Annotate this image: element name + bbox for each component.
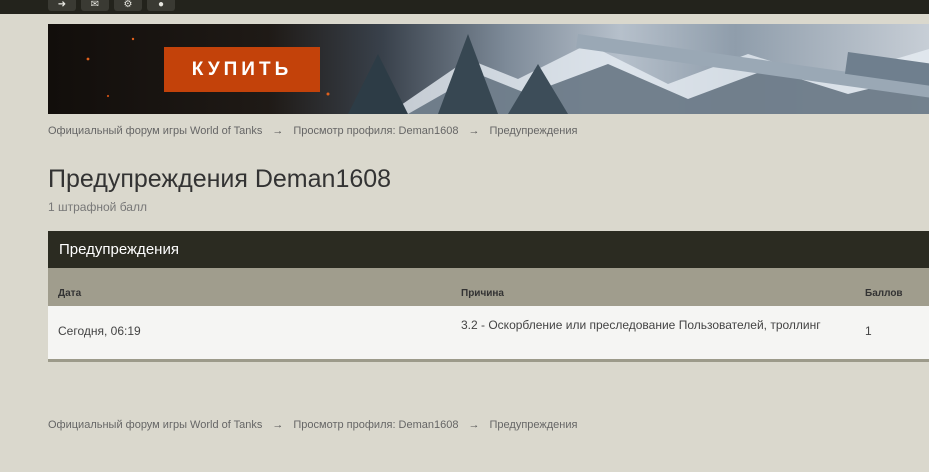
warning-date: Сегодня, 06:19 — [58, 324, 141, 338]
warning-points: 1 — [865, 324, 872, 338]
breadcrumb-arrow-icon: → — [468, 419, 480, 431]
table-row: Сегодня, 06:19 3.2 - Оскорбление или пре… — [48, 306, 929, 362]
mail-icon[interactable]: ✉ — [81, 0, 109, 11]
user-icon[interactable]: ● — [147, 0, 175, 11]
column-header-date: Дата — [58, 288, 82, 299]
page-title: Предупреждения Deman1608 — [48, 165, 392, 193]
user-toolbar: ➜ ✉ ⚙ ● — [48, 0, 175, 11]
column-header-points: Баллов — [865, 288, 903, 299]
penalty-points-summary: 1 штрафной балл — [48, 200, 147, 214]
breadcrumb-forum-link[interactable]: Официальный форум игры World of Tanks — [48, 419, 262, 431]
promo-banner[interactable]: КУПИТЬ — [48, 24, 929, 114]
breadcrumb-arrow-icon: → — [468, 125, 480, 137]
breadcrumb-arrow-icon: → — [272, 125, 284, 137]
warning-reason: 3.2 - Оскорбление или преследование Поль… — [461, 318, 821, 332]
breadcrumb-profile-link[interactable]: Просмотр профиля: Deman1608 — [293, 419, 458, 431]
breadcrumb-footer: Официальный форум игры World of Tanks → … — [48, 419, 577, 431]
table-header: Дата Причина Баллов — [48, 268, 929, 306]
breadcrumb-forum-link[interactable]: Официальный форум игры World of Tanks — [48, 125, 262, 137]
breadcrumb: Официальный форум игры World of Tanks → … — [48, 125, 577, 137]
breadcrumb-warnings-link[interactable]: Предупреждения — [490, 419, 578, 431]
settings-icon[interactable]: ⚙ — [114, 0, 142, 11]
warnings-panel: Предупреждения Дата Причина Баллов Сегод… — [48, 231, 929, 362]
breadcrumb-arrow-icon: → — [272, 419, 284, 431]
buy-button[interactable]: КУПИТЬ — [164, 47, 320, 92]
top-navigation-bar: ➜ ✉ ⚙ ● — [0, 0, 929, 14]
breadcrumb-warnings-link[interactable]: Предупреждения — [490, 125, 578, 137]
breadcrumb-profile-link[interactable]: Просмотр профиля: Deman1608 — [293, 125, 458, 137]
column-header-reason: Причина — [461, 288, 504, 299]
panel-title: Предупреждения — [48, 231, 929, 268]
sign-in-icon[interactable]: ➜ — [48, 0, 76, 11]
